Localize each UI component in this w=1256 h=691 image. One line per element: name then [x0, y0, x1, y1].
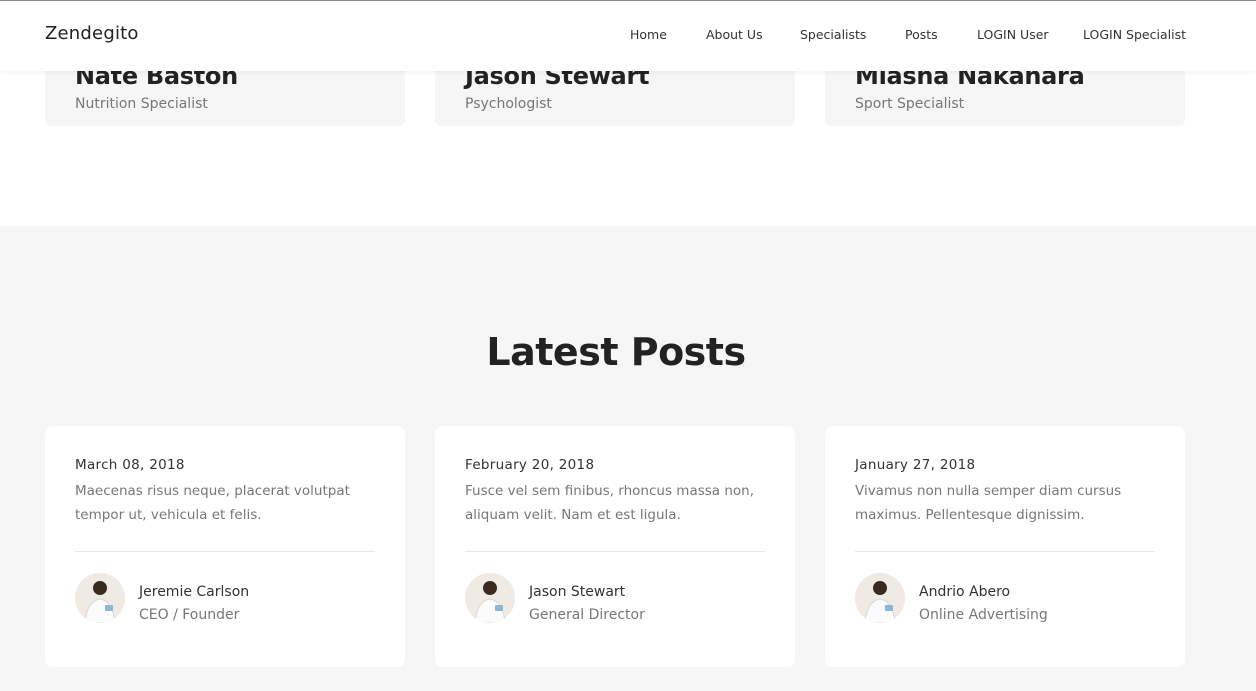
avatar: [75, 573, 125, 623]
specialist-role: Psychologist: [465, 96, 552, 112]
author-role: Online Advertising: [919, 607, 1048, 623]
main-nav: Home About Us Specialists Posts LOGIN Us…: [0, 27, 1256, 47]
nav-about-us[interactable]: About Us: [706, 27, 763, 42]
post-card[interactable]: March 08, 2018 Maecenas risus neque, pla…: [45, 426, 405, 667]
author-name: Jeremie Carlson: [139, 584, 250, 600]
avatar: [855, 573, 905, 623]
specialist-role: Nutrition Specialist: [75, 96, 208, 112]
nav-login-specialist[interactable]: LOGIN Specialist: [1083, 27, 1186, 42]
post-date: February 20, 2018: [465, 457, 595, 473]
person-avatar-icon: [75, 573, 125, 623]
author-name: Jason Stewart: [529, 584, 626, 600]
nav-home[interactable]: Home: [630, 27, 667, 42]
post-date: January 27, 2018: [855, 457, 976, 473]
person-avatar-icon: [465, 573, 515, 623]
post-excerpt[interactable]: Maecenas risus neque, placerat volutpat …: [75, 479, 380, 527]
author-name: Andrio Abero: [919, 584, 1011, 600]
divider: [855, 551, 1155, 552]
latest-posts-section: Latest Posts March 08, 2018 Maecenas ris…: [0, 226, 1256, 691]
divider: [465, 551, 765, 552]
specialist-role: Sport Specialist: [855, 96, 965, 112]
author-role: General Director: [529, 607, 645, 623]
post-date: March 08, 2018: [75, 457, 185, 473]
nav-login-user[interactable]: LOGIN User: [977, 27, 1049, 42]
divider: [75, 551, 375, 552]
post-excerpt[interactable]: Fusce vel sem finibus, rhoncus massa non…: [465, 479, 770, 527]
nav-specialists[interactable]: Specialists: [800, 27, 866, 42]
navbar: Zendegito Home About Us Specialists Post…: [0, 1, 1256, 71]
avatar: [465, 573, 515, 623]
person-avatar-icon: [855, 573, 905, 623]
top-border-line: [0, 0, 1256, 1]
post-excerpt[interactable]: Vivamus non nulla semper diam cursus max…: [855, 479, 1160, 527]
author-role: CEO / Founder: [139, 607, 240, 623]
post-card[interactable]: January 27, 2018 Vivamus non nulla sempe…: [825, 426, 1185, 667]
nav-posts[interactable]: Posts: [905, 27, 938, 42]
section-title: Latest Posts: [486, 330, 746, 374]
post-card[interactable]: February 20, 2018 Fusce vel sem finibus,…: [435, 426, 795, 667]
